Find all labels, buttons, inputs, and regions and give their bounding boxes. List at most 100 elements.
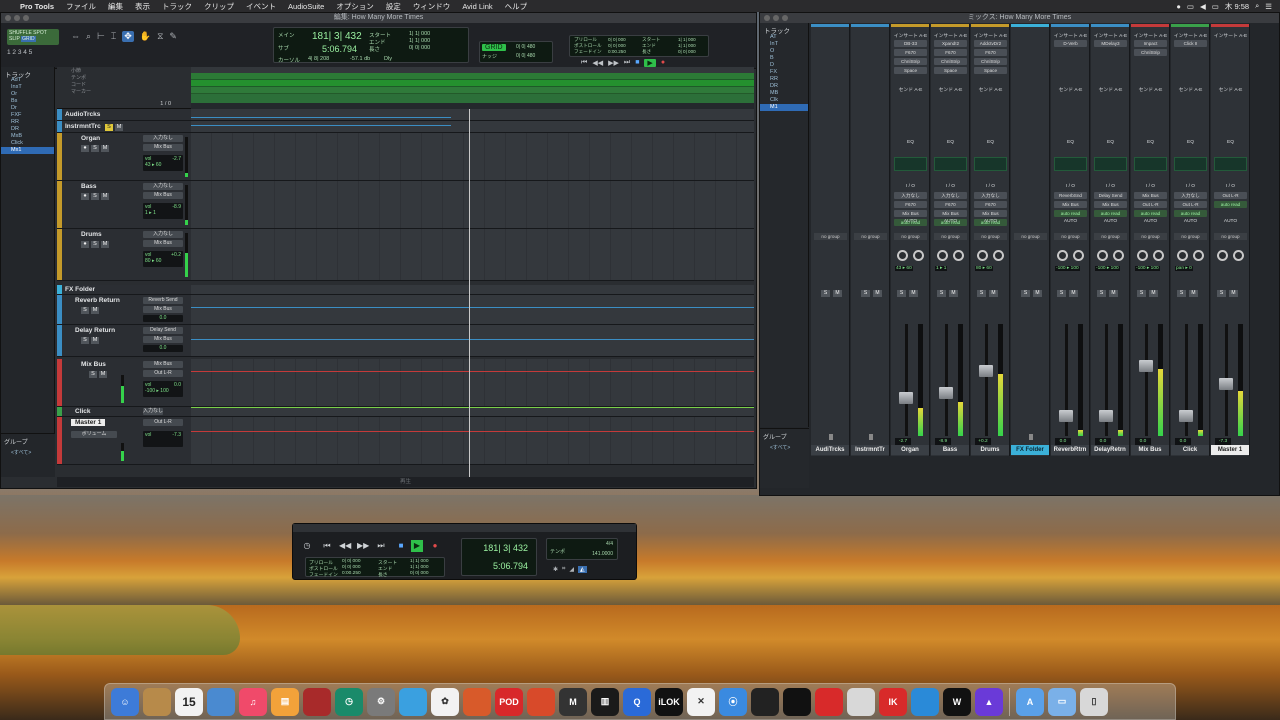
insert-slot[interactable]: F670	[974, 49, 1007, 56]
transport-counter[interactable]: 181| 3| 432 5:06.794	[461, 538, 537, 576]
track-output[interactable]: Out L-R	[143, 370, 183, 377]
mix-groups-item[interactable]: <すべて>	[760, 444, 809, 451]
automation-mode[interactable]: auto read	[1214, 201, 1247, 208]
insert-slot[interactable]: MDelay3	[1094, 40, 1127, 47]
strip-name[interactable]: InstrmntTr	[851, 445, 889, 455]
menu-clip[interactable]: クリップ	[198, 1, 240, 12]
mixer-strip[interactable]: S Mno group FX Folder	[1011, 24, 1050, 456]
menu-file[interactable]: ファイル	[60, 1, 102, 12]
solo-button[interactable]: S	[1097, 290, 1106, 297]
mixer-strip[interactable]: インサート A-E Xpand!2 F670 ChnlStrip Space センド A-…	[931, 24, 970, 456]
ruler-lanes[interactable]	[191, 73, 754, 103]
menu-edit[interactable]: 編集	[102, 1, 129, 12]
fast-forward-icon[interactable]: ▶▶	[357, 540, 369, 552]
menu-view[interactable]: 表示	[129, 1, 156, 12]
spotlight-icon[interactable]: ⌕	[1255, 1, 1259, 11]
back-icon[interactable]: ◀◀	[592, 59, 603, 67]
calendar-icon[interactable]: 15	[175, 687, 203, 716]
zoom-toggle-icon[interactable]: ⇔	[71, 31, 80, 42]
solo-button[interactable]: S	[91, 241, 99, 248]
track-input[interactable]: 入力なし	[143, 408, 163, 415]
solo-button[interactable]: S	[1021, 290, 1030, 297]
transport-titlebar[interactable]	[293, 524, 636, 532]
mascot-icon[interactable]	[527, 687, 555, 716]
fader-track[interactable]	[905, 324, 908, 436]
mix-tracklist-item[interactable]: O	[760, 48, 808, 55]
play-icon[interactable]: ▶	[411, 540, 423, 552]
group-selector[interactable]: no group	[1174, 233, 1207, 240]
track-name[interactable]: AudioTrcks	[65, 111, 100, 118]
io-selector[interactable]: F670	[974, 201, 1007, 208]
track-row[interactable]: Delay Return SM Delay Send Mix Bus 0.0	[57, 325, 754, 357]
zoom-presets[interactable]: 1 2 3 4 5	[7, 49, 59, 59]
pan-knob[interactable]	[1177, 250, 1188, 261]
mixer-strip[interactable]: インサート A-E Impact ChnlStrip センド A-E EQ I / O Mi…	[1131, 24, 1170, 456]
solo-button[interactable]: S	[861, 290, 870, 297]
track-name[interactable]: InstrmntTrc	[65, 123, 101, 130]
strip-name[interactable]: AudiTrcks	[811, 445, 849, 455]
mix-tracklist-item[interactable]: FX	[760, 69, 808, 76]
track-lane[interactable]	[191, 295, 754, 324]
mixer-strip[interactable]: インサート A-E AddctvDr2 F670 ChnlStrip Space センド …	[971, 24, 1010, 456]
mute-button[interactable]: M	[989, 290, 998, 297]
insert-slot[interactable]: ChnlStrip	[1134, 49, 1167, 56]
pan-knob[interactable]	[1193, 250, 1204, 261]
group-selector[interactable]: no group	[814, 233, 847, 240]
track-lane[interactable]	[191, 285, 754, 294]
mix-tracklist-item[interactable]: B	[760, 55, 808, 62]
track-output[interactable]: Mix Bus	[143, 240, 183, 247]
maps-icon[interactable]	[399, 687, 427, 716]
menu-track[interactable]: トラック	[156, 1, 198, 12]
volume-icon[interactable]: ◀	[1200, 2, 1206, 11]
insert-slot[interactable]: Impact	[1134, 40, 1167, 47]
tracklist-item-selected[interactable]: Mx1	[1, 147, 54, 154]
io-selector[interactable]: F670	[894, 201, 927, 208]
track-lane[interactable]	[191, 407, 754, 416]
sonarworks-icon[interactable]	[847, 687, 875, 716]
playhead-cursor[interactable]	[469, 109, 470, 481]
menu-help[interactable]: ヘルプ	[499, 1, 534, 12]
group-selector[interactable]: no group	[934, 233, 967, 240]
mute-button[interactable]: M	[1229, 290, 1238, 297]
track-name[interactable]: Click	[75, 408, 91, 415]
mute-button[interactable]: M	[99, 371, 107, 378]
time-machine-icon[interactable]: ◷	[335, 687, 363, 716]
forward-icon[interactable]: ▶▶	[608, 59, 619, 67]
applications-folder-icon[interactable]: A	[1016, 687, 1044, 716]
group-selector[interactable]: no group	[1214, 233, 1247, 240]
pan-knob[interactable]	[937, 250, 948, 261]
pan-knob[interactable]	[993, 250, 1004, 261]
track-row[interactable]: Organ ● S M 入力なし Mix Bus vol -2.7 43 ▸ 60	[57, 133, 754, 181]
track-header[interactable]: Drums ● S M 入力なし Mix Bus vol +0.2 80 ▸ 60	[57, 229, 191, 280]
io-selector[interactable]: F670	[934, 201, 967, 208]
track-row[interactable]: Master 1 Out L-R ボリューム vol -7.3	[57, 417, 754, 465]
safari-icon[interactable]: ⦿	[719, 687, 747, 716]
count-off-icon[interactable]: ✱	[553, 566, 558, 573]
solo-button[interactable]: S	[1137, 290, 1146, 297]
insert-slot[interactable]: AddctvDr2	[974, 40, 1007, 47]
track-header[interactable]: Mix Bus SM Mix Bus Out L-R vol 0.0 -100 …	[57, 359, 191, 406]
pan-knob[interactable]	[1057, 250, 1068, 261]
track-row[interactable]: Bass ● S M 入力なし Mix Bus vol -8.9 1 ▸ 1	[57, 181, 754, 229]
pan-knob[interactable]	[1153, 250, 1164, 261]
track-name[interactable]: Reverb Return	[75, 297, 120, 304]
track-row[interactable]: FX Folder	[57, 285, 754, 295]
group-selector[interactable]: no group	[854, 233, 887, 240]
eq-curve[interactable]	[1174, 157, 1207, 171]
go-to-end-icon[interactable]: ⏭	[375, 540, 387, 552]
pan-knob[interactable]	[977, 250, 988, 261]
strip-name[interactable]: Bass	[931, 445, 969, 455]
group-selector[interactable]: no group	[894, 233, 927, 240]
track-lane[interactable]	[191, 325, 754, 356]
notes-icon[interactable]	[143, 687, 171, 716]
pod-farm-icon[interactable]: POD	[495, 687, 523, 716]
smart-tool-icon[interactable]: ✥	[122, 31, 134, 42]
automation-mode[interactable]: auto read	[1054, 210, 1087, 217]
mute-button[interactable]: M	[909, 290, 918, 297]
solo-button[interactable]: S	[91, 145, 99, 152]
record-icon[interactable]: ●	[661, 59, 665, 67]
track-lane[interactable]	[191, 229, 754, 280]
track-name[interactable]: Bass	[81, 183, 97, 190]
mute-button[interactable]: M	[833, 290, 842, 297]
eq-curve[interactable]	[1094, 157, 1127, 171]
